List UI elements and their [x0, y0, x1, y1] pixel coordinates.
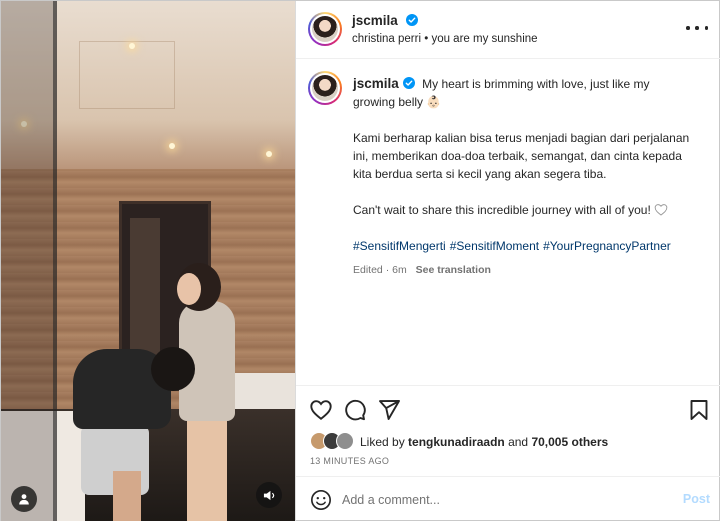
avatar-image [312, 16, 338, 42]
avatar[interactable] [308, 12, 342, 46]
post-comment-button[interactable]: Post [683, 492, 710, 506]
username-text: jscmila [352, 13, 398, 28]
share-icon [379, 400, 400, 420]
comment-bar: Post [296, 476, 720, 521]
caption-paragraph-3: Can't wait to share this incredible jour… [353, 201, 693, 219]
counter [233, 373, 295, 413]
comment-button[interactable] [343, 398, 367, 422]
share-button[interactable] [377, 398, 401, 422]
edited-timestamp: Edited · 6m [353, 264, 407, 276]
audio-track-link[interactable]: christina perri • you are my sunshine [352, 33, 538, 45]
emoji-button[interactable] [310, 489, 332, 511]
ceiling-light [266, 151, 272, 157]
caption-paragraph-3-text: Can't wait to share this incredible jour… [353, 203, 651, 217]
hashtags: #SensitifMengerti #SensitifMoment #YourPre… [353, 237, 693, 255]
avatar-image [312, 75, 338, 101]
woman-legs [187, 419, 227, 521]
caption-avatar[interactable] [308, 71, 342, 105]
verified-icon [405, 14, 418, 26]
see-translation-link[interactable]: See translation [416, 264, 491, 276]
white-heart-icon [654, 204, 668, 216]
verified-icon [402, 77, 415, 89]
more-horizontal-icon [695, 26, 699, 30]
more-horizontal-icon [686, 26, 690, 30]
likes-text: Liked by tengkunadiraadn and 70,005 othe… [360, 435, 608, 449]
caption-username[interactable]: jscmila [353, 76, 415, 91]
sound-toggle-button[interactable] [256, 482, 282, 508]
likes-and: and [508, 435, 529, 449]
heart-icon [310, 400, 332, 421]
liker-avatars [310, 432, 358, 450]
glass-pane [1, 1, 57, 521]
ceiling-light [129, 43, 135, 49]
likes-count-link[interactable]: 70,005 others [531, 435, 608, 449]
caption: jscmila My heart is brimming with love, … [296, 59, 720, 385]
save-button[interactable] [687, 398, 711, 422]
post-panel: jscmila christina perri • you are my sun… [295, 1, 720, 521]
caption-line-1: jscmila My heart is brimming with love, … [353, 75, 693, 111]
post-header: jscmila christina perri • you are my sun… [296, 1, 720, 59]
avatar-border [310, 73, 340, 103]
baby-emoji: 👶🏻 [426, 95, 442, 109]
liker-avatar[interactable] [336, 432, 354, 450]
woman-face [177, 273, 201, 305]
bookmark-icon [690, 400, 708, 420]
post-modal: jscmila christina perri • you are my sun… [0, 0, 720, 521]
hashtag-link[interactable]: #SensitifMengerti [353, 239, 446, 253]
username-link[interactable]: jscmila [352, 13, 418, 28]
comment-input[interactable] [342, 490, 642, 510]
sound-icon [263, 490, 274, 500]
caption-text: jscmila My heart is brimming with love, … [353, 75, 693, 279]
action-bar [296, 385, 720, 431]
hashtag-link[interactable]: #SensitifMoment [450, 239, 539, 253]
more-horizontal-icon [704, 26, 708, 30]
comment-icon [345, 399, 366, 421]
liker-username-link[interactable]: tengkunadiraadn [408, 435, 505, 449]
ceiling-light [169, 143, 175, 149]
caption-meta: Edited · 6m See translation [353, 261, 693, 279]
emoji-icon [311, 490, 331, 510]
user-tag-button[interactable] [11, 486, 37, 512]
caption-paragraph-2: Kami berharap kalian bisa terus menjadi … [353, 131, 690, 181]
likes-prefix: Liked by [360, 435, 405, 449]
post-timestamp[interactable]: 13 MINUTES AGO [310, 456, 389, 466]
hashtag-link[interactable]: #YourPregnancyPartner [543, 239, 671, 253]
ceiling-panel [79, 41, 175, 109]
man-head [151, 347, 195, 391]
user-tag-icon [19, 494, 29, 505]
man-leg [113, 471, 141, 521]
more-options-button[interactable] [686, 19, 708, 37]
like-button[interactable] [309, 398, 333, 422]
glass-edge [53, 1, 57, 521]
post-video[interactable] [1, 1, 295, 521]
avatar-border [310, 14, 340, 44]
likes-summary: Liked by tengkunadiraadn and 70,005 othe… [296, 429, 720, 453]
caption-username-text: jscmila [353, 76, 399, 91]
